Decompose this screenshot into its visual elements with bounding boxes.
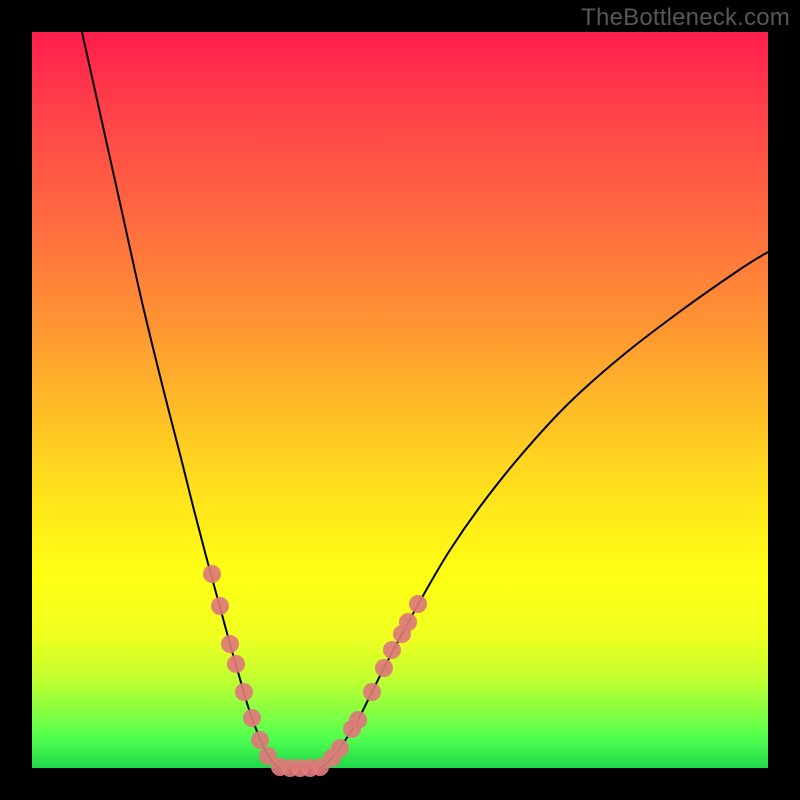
marker-right-3 xyxy=(349,711,367,729)
watermark-text: TheBottleneck.com xyxy=(581,4,790,32)
marker-left-4 xyxy=(235,683,253,701)
chart-plot-area xyxy=(32,32,768,768)
chart-svg xyxy=(32,32,768,768)
marker-right-9 xyxy=(409,595,427,613)
marker-right-1 xyxy=(331,739,349,757)
marker-left-3 xyxy=(227,655,245,673)
marker-left-2 xyxy=(221,635,239,653)
chart-frame: TheBottleneck.com xyxy=(0,0,800,800)
marker-left-0 xyxy=(203,565,221,583)
right-curve-path xyxy=(324,252,768,766)
marker-left-1 xyxy=(211,597,229,615)
marker-right-4 xyxy=(363,683,381,701)
marker-left-6 xyxy=(251,731,269,749)
marker-right-5 xyxy=(375,659,393,677)
marker-right-6 xyxy=(383,641,401,659)
marker-right-8 xyxy=(399,613,417,631)
left-curve-path xyxy=(82,32,276,766)
markers-group xyxy=(203,565,427,777)
marker-left-5 xyxy=(243,709,261,727)
